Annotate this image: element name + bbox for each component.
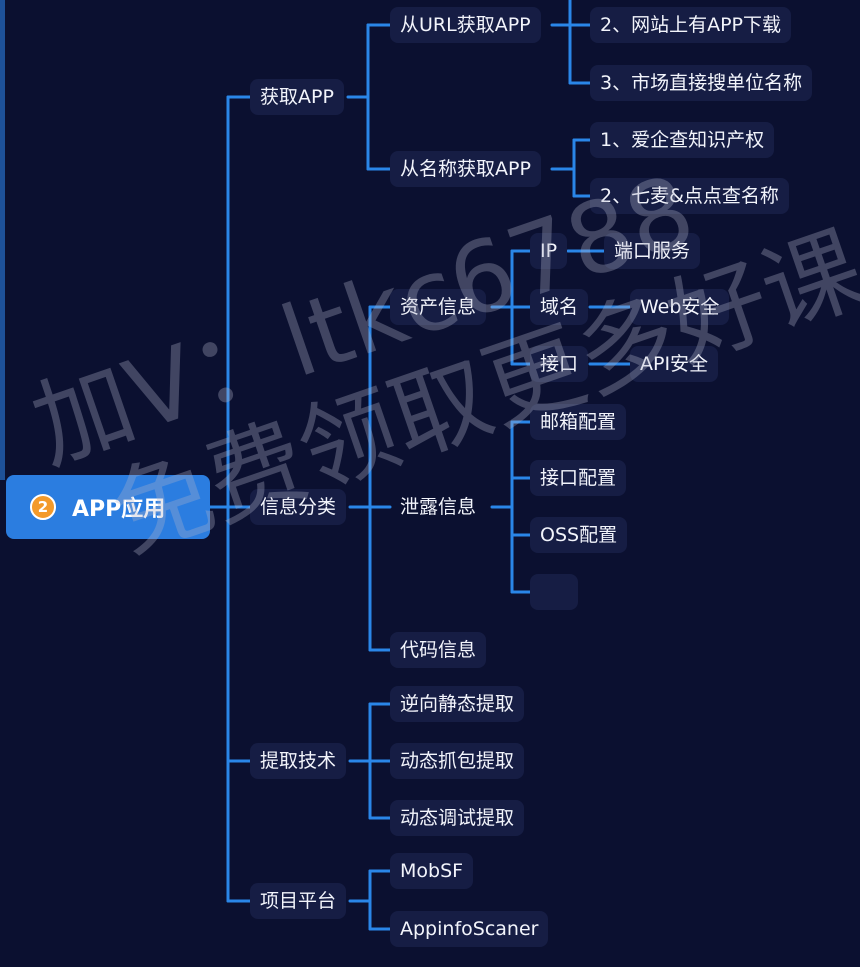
node-appinfoscaner[interactable]: AppinfoScaner [390,911,549,947]
node-extract-static[interactable]: 逆向静态提取 [390,686,525,722]
node-extract-debug[interactable]: 动态调试提取 [390,800,525,836]
node-port-service[interactable]: 端口服务 [604,233,701,269]
node-leak-oss[interactable]: OSS配置 [530,517,628,553]
node-name-aiqicha[interactable]: 1、爱企查知识产权 [590,122,775,158]
node-leak-email[interactable]: 邮箱配置 [530,404,627,440]
node-web-security[interactable]: Web安全 [630,289,730,325]
node-mobsf[interactable]: MobSF [390,853,474,889]
node-platform[interactable]: 项目平台 [250,883,347,919]
node-url-download[interactable]: 2、网站上有APP下载 [590,7,792,43]
node-get-app[interactable]: 获取APP [250,79,344,115]
node-extract[interactable]: 提取技术 [250,743,347,779]
node-info[interactable]: 信息分类 [250,489,347,525]
node-from-url[interactable]: 从URL获取APP [390,7,541,43]
mindmap-canvas: 2 APP应用 获取APP 从URL获取APP 2、网站上有APP下载 3、市场… [0,0,860,967]
node-leak-api[interactable]: 接口配置 [530,460,627,496]
node-api[interactable]: 接口 [530,346,589,382]
node-leak[interactable]: 泄露信息 [390,489,486,525]
priority-badge: 2 [30,494,56,520]
node-assets[interactable]: 资产信息 [390,289,487,325]
node-from-name[interactable]: 从名称获取APP [390,151,541,187]
node-leak-empty[interactable] [530,574,578,610]
node-domain[interactable]: 域名 [530,289,589,325]
root-label: APP应用 [72,497,166,522]
node-name-qimai[interactable]: 2、七麦&点点查名称 [590,178,789,214]
node-ip[interactable]: IP [530,233,568,269]
node-api-security[interactable]: API安全 [630,346,719,382]
root-node[interactable]: 2 APP应用 [6,475,210,539]
node-code[interactable]: 代码信息 [390,632,487,668]
node-extract-capture[interactable]: 动态抓包提取 [390,743,525,779]
node-url-market[interactable]: 3、市场直接搜单位名称 [590,65,813,101]
